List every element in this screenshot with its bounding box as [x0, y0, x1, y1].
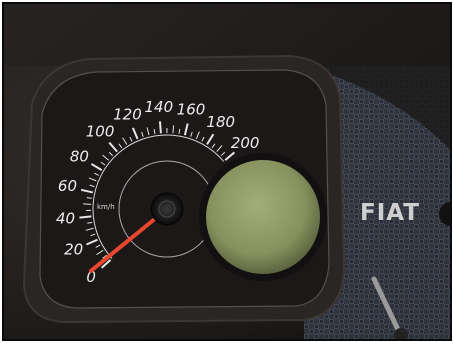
scale-label: 60 [58, 177, 77, 195]
scale-label: 100 [86, 123, 115, 141]
scale-tick [172, 125, 175, 134]
scale-label: 200 [231, 134, 260, 152]
scale-label: 160 [177, 100, 206, 118]
scale-tick [158, 121, 162, 134]
instrument-cluster-photo: 020406080100120 140 160180200 km/h FIAT [4, 4, 450, 339]
unit-label: km/h [97, 203, 115, 211]
scale-label: 40 [56, 209, 75, 227]
scale-label: 180 [206, 113, 235, 131]
fiat-logo: FIAT [360, 200, 420, 226]
scale-label: 120 [113, 105, 142, 123]
scale-label: 20 [64, 241, 83, 259]
scale-tick [86, 197, 92, 199]
scale-label: 80 [70, 147, 89, 165]
needle-hub [150, 192, 184, 226]
scale-label: 140 [144, 98, 173, 116]
photo-frame: 0 20 40 60 80 100 120 140 160 180 200 km/h FIAT [2, 2, 452, 341]
lcd-display [206, 160, 320, 274]
scale-tick [79, 215, 92, 219]
